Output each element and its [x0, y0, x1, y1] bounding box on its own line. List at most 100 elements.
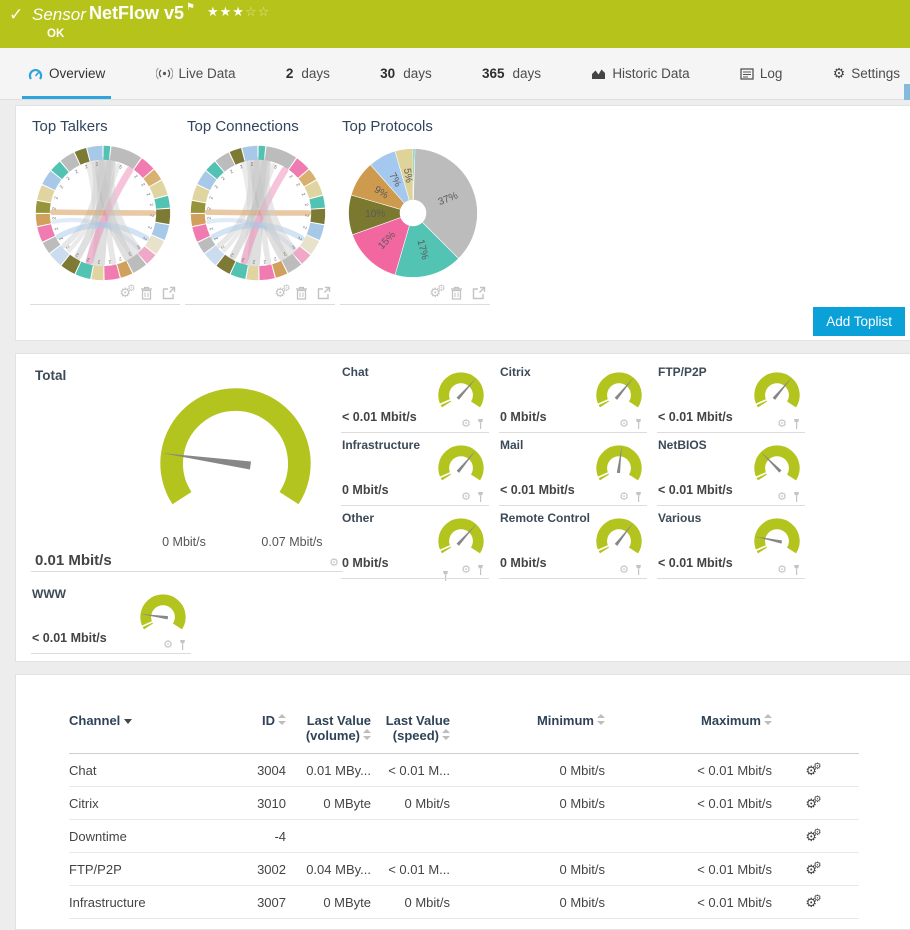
- pin-icon[interactable]: [634, 564, 643, 576]
- channel-gauge: [754, 372, 800, 408]
- top-protocols-pie-chart[interactable]: 37%17%15%10%9%7%5%: [343, 143, 483, 283]
- table-row[interactable]: Downtime -4 ⚙ ⚙: [69, 819, 859, 853]
- tab-30-days[interactable]: 30 days: [374, 48, 438, 99]
- svg-text:2: 2: [140, 182, 147, 188]
- tab-log[interactable]: Log: [734, 48, 789, 99]
- delete-icon[interactable]: [295, 286, 308, 300]
- table-row[interactable]: Chat 3004 0.01 MBy... < 0.01 M... 0 Mbit/s < …: [69, 753, 859, 787]
- open-external-icon[interactable]: [472, 286, 486, 300]
- channel-gauge: [596, 372, 642, 408]
- cell-channel: Downtime: [69, 819, 216, 853]
- gauge-value: < 0.01 Mbit/s: [500, 483, 575, 497]
- gauge-settings-icon[interactable]: ⚙: [777, 417, 787, 430]
- col-header-last-speed[interactable]: Last Value (speed): [371, 675, 450, 754]
- channel-settings-icon[interactable]: ⚙ ⚙: [805, 894, 821, 910]
- add-toplist-button[interactable]: Add Toplist: [813, 307, 905, 336]
- col-header-maximum[interactable]: Maximum: [605, 675, 772, 754]
- toplist-settings-icon[interactable]: ⚙ ⚙: [274, 284, 290, 300]
- tab-live-data[interactable]: Live Data: [150, 48, 242, 99]
- pin-icon[interactable]: [792, 564, 801, 576]
- open-external-icon[interactable]: [317, 286, 331, 300]
- channel-settings-icon[interactable]: ⚙ ⚙: [805, 861, 821, 877]
- gauge-settings-icon[interactable]: ⚙: [619, 490, 629, 503]
- svg-text:2: 2: [74, 169, 80, 176]
- col-header-minimum[interactable]: Minimum: [450, 675, 605, 754]
- pin-icon[interactable]: [178, 639, 187, 651]
- top-connections-chord-chart[interactable]: 5222222222222222222222222 2: [188, 143, 328, 283]
- pin-icon[interactable]: [476, 418, 485, 430]
- channel-gauge: [754, 518, 800, 554]
- svg-text:2: 2: [65, 175, 71, 181]
- svg-text:2: 2: [206, 207, 212, 211]
- col-header-id[interactable]: ID: [216, 675, 286, 754]
- total-gauge: [160, 388, 311, 505]
- svg-text:2: 2: [207, 216, 213, 220]
- cell-id: 3002: [216, 852, 286, 886]
- top-talkers-chord-chart[interactable]: 5222222222222222222222222 2: [33, 143, 173, 283]
- col-header-last-volume[interactable]: Last Value (volume): [286, 675, 371, 754]
- svg-text:2: 2: [273, 255, 278, 262]
- cell-channel: Chat: [69, 753, 216, 787]
- cell-id: 3004: [216, 753, 286, 787]
- open-external-icon[interactable]: [162, 286, 176, 300]
- pin-icon[interactable]: [634, 491, 643, 503]
- svg-text:2: 2: [263, 258, 267, 264]
- cell-max: [605, 819, 772, 853]
- sort-icon: [363, 729, 371, 740]
- channel-gauge: [596, 445, 642, 481]
- channel-settings-icon[interactable]: ⚙ ⚙: [805, 828, 821, 844]
- channel-gauge: [596, 518, 642, 554]
- pin-icon[interactable]: [476, 564, 485, 576]
- cell-channel: FTP/P2P: [69, 852, 216, 886]
- svg-text:2: 2: [301, 225, 308, 230]
- toplist-title: Top Connections: [187, 118, 299, 135]
- sort-icon: [278, 714, 286, 725]
- sort-icon: [764, 714, 772, 725]
- tab-historic-data[interactable]: Historic Data: [585, 48, 695, 99]
- gauge-label: Various: [658, 511, 702, 525]
- gauge-settings-icon[interactable]: ⚙: [619, 563, 629, 576]
- tab-settings[interactable]: ⚙ Settings: [827, 48, 906, 99]
- priority-stars[interactable]: ★★★☆☆: [207, 5, 270, 20]
- cell-vol: 0.01 MBy...: [286, 753, 371, 787]
- gauge-settings-icon[interactable]: ⚙: [461, 490, 471, 503]
- channel-table: Channel ID Last Value (volume) Last Value…: [69, 675, 859, 919]
- gauge-settings-icon[interactable]: ⚙: [777, 490, 787, 503]
- channel-table-panel: Channel ID Last Value (volume) Last Value…: [15, 674, 910, 930]
- status-check-icon: ✓: [9, 5, 24, 25]
- gauge-settings-icon[interactable]: ⚙: [619, 417, 629, 430]
- channel-settings-icon[interactable]: ⚙ ⚙: [805, 795, 821, 811]
- gauge-settings-icon[interactable]: ⚙: [329, 556, 339, 569]
- pin-icon[interactable]: [476, 491, 485, 503]
- tab-overview[interactable]: Overview: [22, 48, 112, 99]
- col-header-channel[interactable]: Channel: [69, 675, 216, 754]
- channel-settings-icon[interactable]: ⚙ ⚙: [805, 762, 821, 778]
- svg-text:5%: 5%: [401, 168, 414, 184]
- svg-text:2: 2: [208, 196, 215, 201]
- table-row[interactable]: FTP/P2P 3002 0.04 MBy... < 0.01 M... 0 Mbit/…: [69, 852, 859, 886]
- svg-text:2: 2: [220, 175, 226, 181]
- toplists-panel: Top Talkers 52222222222222222222222222 ⚙…: [15, 105, 910, 341]
- delete-icon[interactable]: [450, 286, 463, 300]
- svg-text:2: 2: [51, 207, 57, 211]
- sort-icon: [442, 729, 450, 740]
- gauge-value: < 0.01 Mbit/s: [658, 483, 733, 497]
- gauge-value: < 0.01 Mbit/s: [658, 556, 733, 570]
- table-row[interactable]: Citrix 3010 0 MByte 0 Mbit/s 0 Mbit/s < 0.01 …: [69, 786, 859, 820]
- tab-2-days[interactable]: 2 days: [280, 48, 336, 99]
- toplist-settings-icon[interactable]: ⚙ ⚙: [429, 284, 445, 300]
- pin-icon[interactable]: [792, 491, 801, 503]
- flag-icon[interactable]: ⚑: [186, 2, 195, 13]
- toplist-settings-icon[interactable]: ⚙ ⚙: [119, 284, 135, 300]
- gauge-settings-icon[interactable]: ⚙: [777, 563, 787, 576]
- gauge-settings-icon[interactable]: ⚙: [461, 417, 471, 430]
- pin-icon[interactable]: [634, 418, 643, 430]
- gauge-settings-icon[interactable]: ⚙: [461, 563, 471, 576]
- gauge-tile-chat: Chat < 0.01 Mbit/s ⚙: [341, 360, 489, 433]
- pin-icon[interactable]: [792, 418, 801, 430]
- delete-icon[interactable]: [140, 286, 153, 300]
- gauge-settings-icon[interactable]: ⚙: [163, 638, 173, 651]
- tab-365-days[interactable]: 365 days: [476, 48, 547, 99]
- table-row[interactable]: Infrastructure 3007 0 MByte 0 Mbit/s 0 Mbit/…: [69, 885, 859, 919]
- sensor-header: ✓ Sensor NetFlow v5 ⚑ ★★★☆☆ OK: [0, 0, 910, 48]
